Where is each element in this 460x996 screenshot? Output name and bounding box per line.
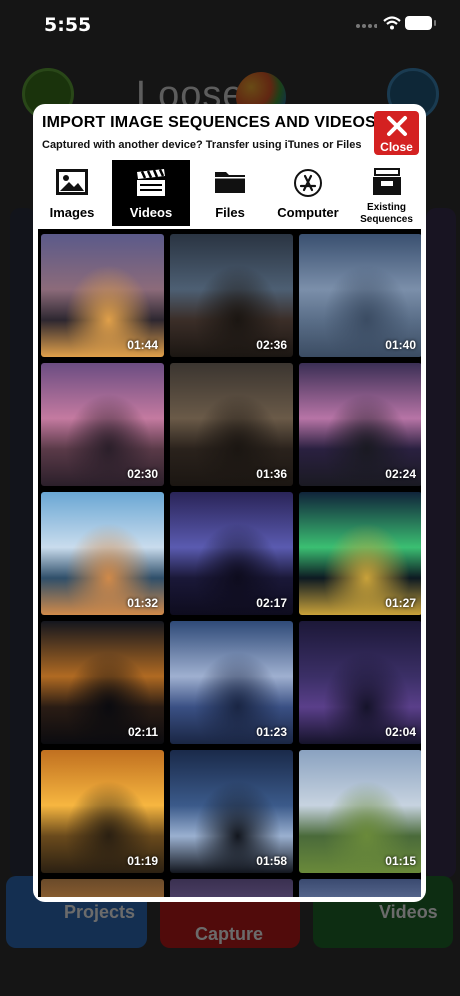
video-thumbnail[interactable]: 02:11	[41, 621, 164, 744]
clapperboard-icon	[137, 168, 165, 196]
projects-label: Projects	[64, 902, 136, 922]
video-thumbnail[interactable]: 02:36	[170, 234, 293, 357]
video-grid: 01:44 02:36 01:40 02:30 01:36 02:24 01:32 02:17…	[38, 229, 421, 897]
app-store-icon	[294, 169, 322, 197]
tab-videos[interactable]: Videos	[112, 160, 190, 226]
video-duration: 01:36	[256, 467, 287, 481]
archive-drawer-icon	[372, 168, 401, 195]
tab-files[interactable]: Files	[191, 160, 269, 226]
videos-label: Videos	[379, 902, 438, 922]
video-thumbnail[interactable]	[170, 879, 293, 897]
tab-computer-label: Computer	[277, 205, 339, 220]
tab-images-label: Images	[49, 205, 95, 220]
modal-subtitle: Captured with another device? Transfer u…	[42, 139, 362, 151]
video-thumbnail[interactable]: 01:23	[170, 621, 293, 744]
video-thumbnail[interactable]: 01:44	[41, 234, 164, 357]
video-thumbnail[interactable]: 02:04	[299, 621, 421, 744]
video-duration: 01:40	[385, 338, 416, 352]
video-duration: 02:24	[385, 467, 416, 481]
video-thumbnail[interactable]: 02:24	[299, 363, 421, 486]
video-thumbnail[interactable]: 01:58	[170, 750, 293, 873]
video-duration: 01:44	[127, 338, 158, 352]
tab-existing-sequences[interactable]: Existing Sequences	[347, 160, 426, 226]
close-button[interactable]: Close	[374, 111, 419, 155]
video-thumbnail[interactable]: 02:30	[41, 363, 164, 486]
video-duration: 02:36	[256, 338, 287, 352]
video-thumbnail[interactable]	[41, 879, 164, 897]
tab-files-label: Files	[215, 205, 245, 220]
video-duration: 02:30	[127, 467, 158, 481]
folder-icon	[215, 172, 245, 193]
capture-label: Capture	[195, 924, 264, 944]
video-duration: 01:27	[385, 596, 416, 610]
close-icon	[387, 116, 407, 136]
video-thumbnail[interactable]: 01:15	[299, 750, 421, 873]
import-modal: IMPORT IMAGE SEQUENCES AND VIDEOS Captur…	[33, 104, 426, 902]
image-icon	[56, 169, 88, 195]
status-bar: 5:55	[0, 0, 460, 48]
video-thumbnail[interactable]: 01:40	[299, 234, 421, 357]
modal-title: IMPORT IMAGE SEQUENCES AND VIDEOS	[42, 114, 377, 131]
video-duration: 01:58	[256, 854, 287, 868]
cellular-signal-icon	[356, 24, 377, 28]
background-panel-right	[426, 208, 456, 878]
video-duration: 01:15	[385, 854, 416, 868]
video-duration: 01:19	[127, 854, 158, 868]
video-duration: 02:17	[256, 596, 287, 610]
status-time: 5:55	[44, 14, 92, 36]
video-thumbnail[interactable]: 01:32	[41, 492, 164, 615]
video-duration: 01:32	[127, 596, 158, 610]
wifi-icon	[383, 16, 401, 30]
video-thumbnail[interactable]: 02:17	[170, 492, 293, 615]
video-thumbnail[interactable]: 01:36	[170, 363, 293, 486]
close-label: Close	[380, 140, 413, 154]
source-tabs: Images Videos Files Computer Existing Se…	[33, 160, 426, 226]
tab-existing-sequences-label: Existing Sequences	[360, 202, 413, 225]
video-thumbnail[interactable]	[299, 879, 421, 897]
tab-images[interactable]: Images	[33, 160, 111, 226]
video-thumbnail[interactable]: 01:27	[299, 492, 421, 615]
video-duration: 02:04	[385, 725, 416, 739]
tab-videos-label: Videos	[129, 205, 173, 220]
video-duration: 02:11	[127, 725, 158, 739]
tab-computer[interactable]: Computer	[269, 160, 347, 226]
battery-icon	[405, 16, 436, 30]
video-thumbnail[interactable]: 01:19	[41, 750, 164, 873]
video-duration: 01:23	[256, 725, 287, 739]
